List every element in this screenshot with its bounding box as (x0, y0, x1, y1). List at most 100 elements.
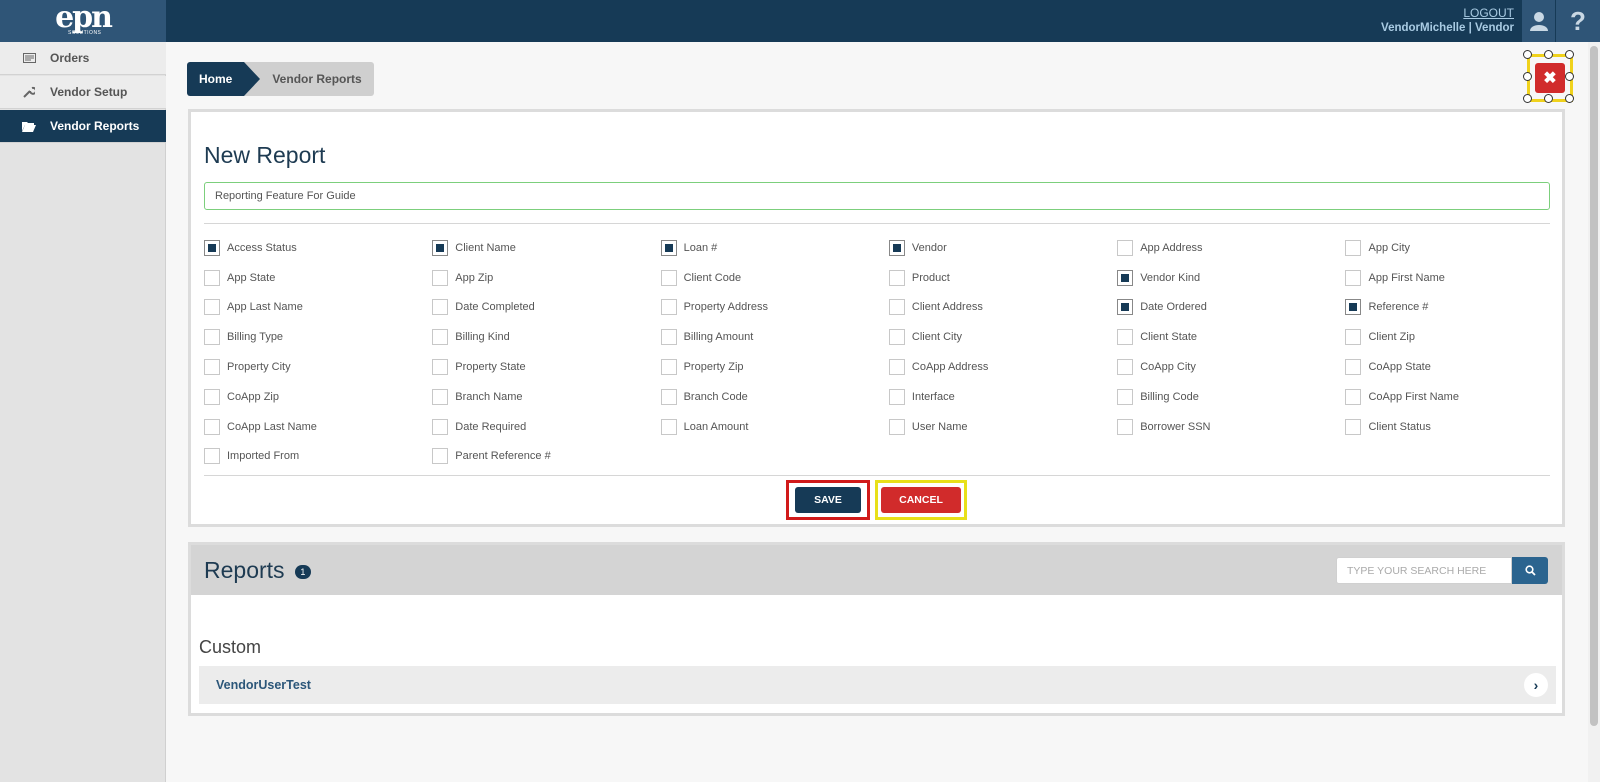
field-option[interactable]: App Zip (432, 263, 660, 293)
save-button[interactable]: SAVE (795, 487, 861, 513)
field-option[interactable]: App City (1345, 233, 1573, 263)
checkbox-checked[interactable] (888, 239, 905, 256)
page-scrollbar[interactable] (1588, 42, 1600, 782)
field-option[interactable]: App Last Name (204, 293, 432, 323)
field-option[interactable]: CoApp Address (888, 352, 1117, 382)
field-option[interactable]: Client City (888, 322, 1117, 352)
checkbox[interactable] (888, 359, 905, 376)
close-button[interactable]: ✖ (1535, 63, 1565, 93)
field-option[interactable]: Borrower SSN (1117, 412, 1345, 442)
logout-link[interactable]: LOGOUT (1463, 6, 1514, 20)
field-option[interactable]: Loan # (660, 233, 889, 263)
field-option[interactable]: Branch Code (660, 382, 889, 412)
checkbox[interactable] (204, 269, 220, 286)
field-option[interactable]: Billing Code (1117, 382, 1345, 412)
checkbox[interactable] (660, 329, 677, 346)
report-name-input[interactable] (204, 182, 1550, 210)
field-option[interactable]: Product (888, 263, 1117, 293)
checkbox[interactable] (1345, 418, 1362, 435)
help-button[interactable]: ? (1556, 0, 1600, 42)
field-option[interactable]: App State (204, 263, 432, 293)
chevron-right-icon[interactable]: › (1524, 673, 1548, 697)
field-option[interactable]: Billing Type (204, 322, 432, 352)
checkbox[interactable] (1345, 329, 1362, 346)
checkbox[interactable] (432, 388, 449, 405)
sidebar-item-orders[interactable]: Orders (0, 42, 166, 75)
checkbox[interactable] (660, 388, 677, 405)
field-option[interactable]: Property Zip (660, 352, 889, 382)
checkbox-checked[interactable] (432, 239, 449, 256)
search-button[interactable] (1512, 557, 1548, 584)
field-option[interactable]: Interface (888, 382, 1117, 412)
field-option[interactable]: Property State (432, 352, 660, 382)
field-option[interactable]: Access Status (204, 233, 432, 263)
scrollbar-thumb[interactable] (1590, 46, 1598, 726)
search-input[interactable] (1336, 557, 1512, 584)
checkbox[interactable] (1345, 388, 1362, 405)
user-profile-button[interactable] (1522, 0, 1555, 42)
field-option[interactable]: App Address (1117, 233, 1345, 263)
checkbox[interactable] (204, 329, 220, 346)
checkbox[interactable] (432, 269, 449, 286)
field-option[interactable]: User Name (888, 412, 1117, 442)
checkbox[interactable] (432, 359, 449, 376)
field-option[interactable]: Property Address (660, 293, 889, 323)
checkbox-checked[interactable] (1345, 299, 1362, 316)
checkbox[interactable] (1345, 359, 1362, 376)
field-option[interactable]: Imported From (204, 442, 432, 472)
checkbox-checked[interactable] (1117, 299, 1134, 316)
field-option[interactable]: Client Status (1345, 412, 1573, 442)
field-option[interactable]: Client Name (432, 233, 660, 263)
checkbox[interactable] (432, 299, 449, 316)
checkbox[interactable] (660, 269, 677, 286)
field-option[interactable]: Client State (1117, 322, 1345, 352)
checkbox[interactable] (1345, 269, 1362, 286)
checkbox[interactable] (1117, 239, 1134, 256)
checkbox[interactable] (660, 299, 677, 316)
checkbox[interactable] (660, 359, 677, 376)
checkbox[interactable] (660, 418, 677, 435)
checkbox[interactable] (204, 448, 220, 465)
field-option[interactable]: Vendor Kind (1117, 263, 1345, 293)
field-option[interactable]: Property City (204, 352, 432, 382)
field-option[interactable]: Vendor (888, 233, 1117, 263)
checkbox-checked[interactable] (660, 239, 677, 256)
field-option[interactable]: Parent Reference # (432, 442, 660, 472)
breadcrumb-home[interactable]: Home (187, 62, 261, 96)
checkbox[interactable] (432, 448, 449, 465)
checkbox[interactable] (888, 329, 905, 346)
field-option[interactable]: Date Ordered (1117, 293, 1345, 323)
field-option[interactable]: Client Code (660, 263, 889, 293)
field-option[interactable]: Loan Amount (660, 412, 889, 442)
field-option[interactable]: CoApp City (1117, 352, 1345, 382)
checkbox-checked[interactable] (204, 239, 220, 256)
checkbox[interactable] (1117, 329, 1134, 346)
field-option[interactable]: Reference # (1345, 293, 1573, 323)
checkbox[interactable] (888, 269, 905, 286)
sidebar-item-vendor-setup[interactable]: Vendor Setup (0, 76, 166, 109)
logo[interactable]: epn SOLUTIONS (0, 0, 166, 42)
field-option[interactable]: Client Address (888, 293, 1117, 323)
checkbox[interactable] (1117, 388, 1134, 405)
field-option[interactable]: Billing Amount (660, 322, 889, 352)
checkbox[interactable] (432, 418, 449, 435)
checkbox[interactable] (432, 329, 449, 346)
field-option[interactable]: CoApp State (1345, 352, 1573, 382)
cancel-button[interactable]: CANCEL (881, 487, 961, 513)
checkbox[interactable] (888, 299, 905, 316)
checkbox[interactable] (204, 388, 220, 405)
checkbox[interactable] (888, 388, 905, 405)
checkbox[interactable] (1117, 418, 1134, 435)
field-option[interactable]: CoApp First Name (1345, 382, 1573, 412)
field-option[interactable]: Date Completed (432, 293, 660, 323)
sidebar-item-vendor-reports[interactable]: Vendor Reports (0, 110, 166, 143)
report-row[interactable]: VendorUserTest › (199, 666, 1556, 704)
checkbox[interactable] (1117, 359, 1134, 376)
field-option[interactable]: CoApp Last Name (204, 412, 432, 442)
checkbox[interactable] (888, 418, 905, 435)
checkbox[interactable] (1345, 239, 1362, 256)
field-option[interactable]: Client Zip (1345, 322, 1573, 352)
field-option[interactable]: Date Required (432, 412, 660, 442)
report-name[interactable]: VendorUserTest (216, 678, 311, 692)
checkbox[interactable] (204, 418, 220, 435)
